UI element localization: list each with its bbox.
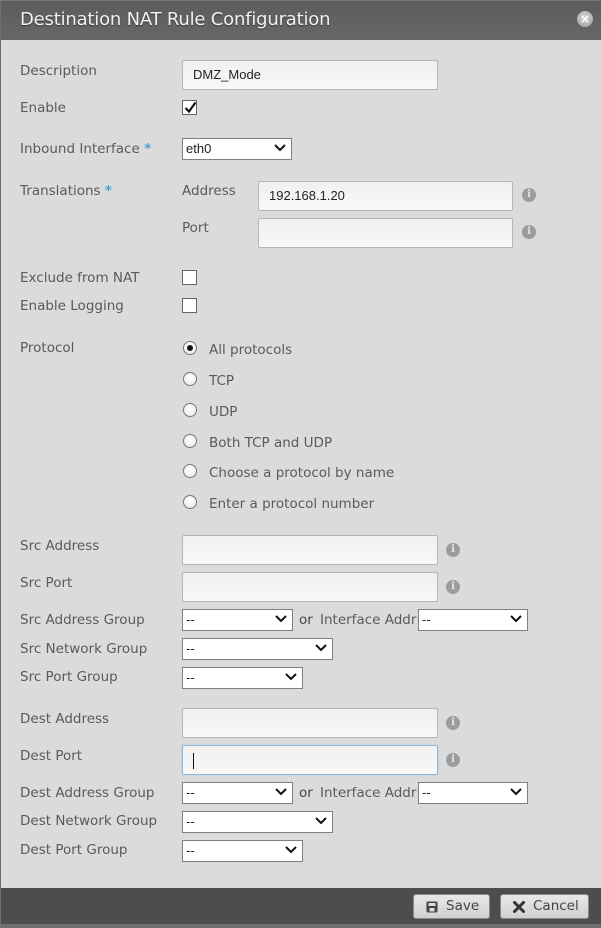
- src-address-group-label: Src Address Group: [20, 612, 145, 628]
- description-label: Description: [20, 63, 97, 79]
- chevron-down-icon: [275, 615, 287, 623]
- or-label: or: [299, 785, 313, 801]
- chevron-down-icon: [510, 615, 522, 623]
- select-value: --: [186, 612, 195, 627]
- select-value: --: [186, 843, 195, 858]
- chevron-down-icon: [285, 673, 297, 681]
- dest-address-group-label: Dest Address Group: [20, 785, 155, 801]
- src-network-group-select[interactable]: --: [182, 638, 333, 660]
- src-address-group-select[interactable]: --: [182, 609, 293, 631]
- exclude-from-nat-label: Exclude from NAT: [20, 270, 140, 286]
- cancel-button[interactable]: Cancel: [500, 894, 589, 919]
- dest-network-group-select[interactable]: --: [182, 811, 333, 833]
- src-port-group-select[interactable]: --: [182, 667, 303, 689]
- src-port-group-label: Src Port Group: [20, 669, 118, 685]
- translation-address-label: Address: [182, 183, 236, 199]
- dest-interface-addr-select[interactable]: --: [418, 782, 528, 804]
- protocol-option-label[interactable]: TCP: [209, 373, 234, 389]
- enable-label: Enable: [20, 100, 66, 116]
- protocol-radio-by-number[interactable]: [183, 495, 197, 509]
- protocol-radio-by-name[interactable]: [183, 464, 197, 478]
- info-icon[interactable]: i: [522, 225, 536, 239]
- dest-network-group-label: Dest Network Group: [20, 813, 158, 829]
- protocol-radio-both[interactable]: [183, 434, 197, 448]
- info-icon[interactable]: i: [446, 716, 460, 730]
- info-icon[interactable]: i: [522, 188, 536, 202]
- dest-port-input[interactable]: [182, 745, 438, 775]
- dest-address-input[interactable]: [182, 708, 438, 738]
- chevron-down-icon: [315, 817, 327, 825]
- dialog-title: Destination NAT Rule Configuration: [20, 9, 331, 30]
- enable-checkbox[interactable]: [182, 100, 197, 115]
- src-port-label: Src Port: [20, 575, 73, 591]
- translation-address-input[interactable]: 192.168.1.20: [258, 181, 513, 211]
- dest-address-group-select[interactable]: --: [182, 782, 293, 804]
- protocol-option-label[interactable]: All protocols: [209, 342, 292, 358]
- protocol-option-label[interactable]: Choose a protocol by name: [209, 465, 394, 481]
- protocol-label: Protocol: [20, 340, 75, 356]
- protocol-option-label[interactable]: Enter a protocol number: [209, 496, 374, 512]
- chevron-down-icon: [274, 144, 286, 152]
- floppy-disk-icon: [426, 901, 438, 913]
- select-value: --: [186, 670, 195, 685]
- inbound-interface-label: Inbound Interface *: [20, 141, 152, 157]
- text-caret: [193, 752, 194, 769]
- protocol-option-label[interactable]: Both TCP and UDP: [209, 435, 332, 451]
- dest-address-label: Dest Address: [20, 711, 110, 727]
- translation-port-label: Port: [182, 220, 209, 236]
- close-icon[interactable]: ×: [577, 11, 593, 27]
- dest-interface-addr-label: Interface Addr: [320, 785, 417, 801]
- translation-port-input[interactable]: [258, 218, 513, 248]
- dest-port-group-label: Dest Port Group: [20, 842, 128, 858]
- inbound-interface-select[interactable]: eth0: [182, 138, 292, 160]
- description-input[interactable]: DMZ_Mode: [182, 60, 438, 90]
- translations-label: Translations *: [20, 183, 112, 199]
- enable-logging-label: Enable Logging: [20, 298, 124, 314]
- required-marker: *: [104, 183, 112, 199]
- src-address-input[interactable]: [182, 535, 438, 565]
- protocol-option-label[interactable]: UDP: [209, 404, 237, 420]
- protocol-radio-udp[interactable]: [183, 403, 197, 417]
- dialog-titlebar[interactable]: Destination NAT Rule Configuration ×: [1, 0, 601, 40]
- select-value: --: [186, 814, 195, 829]
- src-network-group-label: Src Network Group: [20, 641, 148, 657]
- exclude-from-nat-checkbox[interactable]: [182, 270, 197, 285]
- src-interface-addr-label: Interface Addr: [320, 612, 417, 628]
- select-value: --: [422, 612, 431, 627]
- chevron-down-icon: [275, 788, 287, 796]
- src-port-input[interactable]: [182, 572, 438, 602]
- info-icon[interactable]: i: [446, 543, 460, 557]
- nat-rule-dialog: Destination NAT Rule Configuration × Des…: [1, 0, 601, 924]
- save-button[interactable]: Save: [413, 894, 490, 919]
- select-value: --: [186, 785, 195, 800]
- x-icon: [513, 901, 525, 913]
- select-value: --: [186, 641, 195, 656]
- src-interface-addr-select[interactable]: --: [418, 609, 528, 631]
- enable-logging-checkbox[interactable]: [182, 298, 197, 313]
- select-value: --: [422, 785, 431, 800]
- protocol-radio-tcp[interactable]: [183, 372, 197, 386]
- chevron-down-icon: [510, 788, 522, 796]
- src-address-label: Src Address: [20, 538, 100, 554]
- dest-port-label: Dest Port: [20, 748, 83, 764]
- save-label: Save: [446, 898, 480, 914]
- protocol-radio-all[interactable]: [183, 341, 197, 355]
- info-icon[interactable]: i: [446, 753, 460, 767]
- dialog-footer: Save Cancel: [1, 888, 601, 924]
- checkmark-icon: [184, 101, 197, 114]
- required-marker: *: [144, 141, 152, 157]
- or-label: or: [299, 612, 313, 628]
- chevron-down-icon: [285, 846, 297, 854]
- cancel-label: Cancel: [533, 898, 579, 914]
- info-icon[interactable]: i: [446, 580, 460, 594]
- chevron-down-icon: [315, 644, 327, 652]
- dest-port-group-select[interactable]: --: [182, 840, 303, 862]
- inbound-interface-value: eth0: [186, 141, 212, 156]
